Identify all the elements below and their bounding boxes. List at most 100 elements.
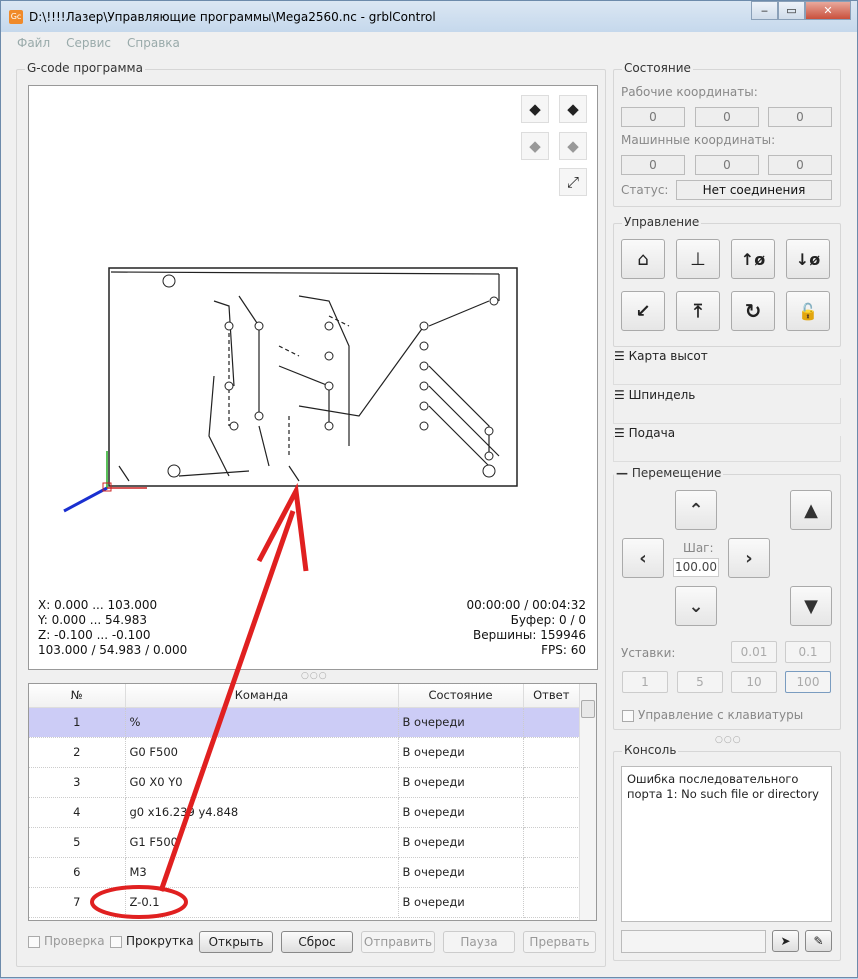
step-label: Шаг: [683,541,714,555]
soft-reset-button[interactable]: ↻ [731,291,775,331]
main-window: Gc D:\!!!!Лазер\Управляющие программы\Me… [0,0,858,978]
menu-help[interactable]: Справка [127,36,180,50]
zero-z-icon: ↓ø [795,249,821,269]
z-range: Z: -0.100 ... -0.100 [38,628,151,642]
feed-section[interactable]: ☰ Подача [613,426,841,462]
jog-y-plus[interactable]: ⌃ [675,490,717,530]
machine-coords-label: Машинные координаты: [621,133,776,147]
clear-console-button[interactable]: ✎ [805,930,832,952]
console-title: Консоль [622,743,679,757]
feed-title: Подача [628,426,676,440]
splitter-handle[interactable]: ○○○ [301,671,328,681]
machine-x: 0 [621,155,685,175]
keyboard-control-checkbox[interactable]: Управление с клавиатуры [622,708,803,722]
check-mode-checkbox[interactable]: Проверка [28,934,105,948]
col-number[interactable]: № [29,684,126,708]
row-command: G1 F500 [125,827,399,858]
table-row[interactable]: 6 M3 В очереди [29,857,580,888]
origin-arrow-icon: ↙ [635,300,651,322]
home-search-icon: ⌂ [637,248,649,270]
table-row[interactable]: 4 g0 x16.239 y4.848 В очереди [29,797,580,828]
reset-icon: ↻ [744,299,762,323]
col-command[interactable]: Команда [125,684,399,708]
row-response [523,707,580,738]
console-input[interactable] [621,930,766,953]
console-output[interactable]: Ошибка последовательного порта 1: No suc… [621,766,832,922]
heightmap-title: Карта высот [628,349,708,363]
run-info: 00:00:00 / 00:04:32 Буфер: 0 / 0 Вершины… [467,598,586,658]
row-state: В очереди [398,887,524,918]
work-x: 0 [621,107,685,127]
unlock-button[interactable]: 🔓 [786,291,830,331]
jog-x-plus[interactable]: › [728,538,770,578]
restore-origin-button[interactable]: ↙ [621,291,665,331]
menu-file[interactable]: Файл [17,36,50,50]
jog-x-minus[interactable]: ‹ [622,538,664,578]
preset-1[interactable]: 1 [622,671,668,693]
window-title: D:\!!!!Лазер\Управляющие программы\Mega2… [29,9,436,24]
autoscroll-label: Прокрутка [126,934,194,948]
jog-z-minus[interactable]: ▼ [790,586,832,626]
col-response[interactable]: Ответ [523,684,580,708]
size-readout: 103.000 / 54.983 / 0.000 [38,643,188,657]
gcode-table: № Команда Состояние Ответ 1% В очереди 2 G0 F5… [28,683,597,921]
close-button[interactable]: ✕ [805,1,851,20]
home-button[interactable]: ⌂ [621,239,665,279]
jog-y-minus[interactable]: ⌄ [675,586,717,626]
jog-z-plus[interactable]: ▲ [790,490,832,530]
pause-button[interactable]: Пауза [443,931,515,953]
x-range: X: 0.000 ... 103.000 [38,598,158,612]
row-command: M3 [125,857,399,888]
table-row[interactable]: 2 G0 F500 В очереди [29,737,580,768]
spindle-section[interactable]: ☰ Шпиндель [613,388,841,424]
open-button[interactable]: Открыть [199,931,273,953]
preset-100[interactable]: 100 [785,671,831,693]
work-y: 0 [695,107,759,127]
row-state: В очереди [398,797,524,828]
zero-xy-button[interactable]: ↑ø [731,239,775,279]
menu-service[interactable]: Сервис [66,36,111,50]
work-coords-label: Рабочие координаты: [621,85,758,99]
row-response [523,797,580,828]
jog-title: Перемещение [631,466,722,480]
probe-z-button[interactable]: ⊥ [676,239,720,279]
table-scrollbar[interactable] [579,684,596,920]
reset-button[interactable]: Сброс [281,931,353,953]
step-input[interactable]: 100.00 [673,558,719,577]
send-button[interactable]: Отправить [361,931,435,953]
zero-z-button[interactable]: ↓ø [786,239,830,279]
row-command: G0 X0 Y0 [125,767,399,798]
preset-10[interactable]: 10 [731,671,777,693]
table-row[interactable]: 3 G0 X0 Y0 В очереди [29,767,580,798]
heightmap-section[interactable]: ☰ Карта высот [613,349,841,385]
title-bar: Gc D:\!!!!Лазер\Управляющие программы\Me… [1,1,857,32]
safe-position-button[interactable]: ⤒ [676,291,720,331]
right-splitter-handle[interactable]: ○○○ [715,735,742,745]
table-row[interactable]: 7 Z-0.1 В очереди [29,887,580,918]
work-z: 0 [768,107,832,127]
row-number: 2 [29,737,126,768]
row-number: 5 [29,827,126,858]
autoscroll-checkbox[interactable]: Прокрутка [110,934,194,948]
row-response [523,737,580,768]
keyboard-control-label: Управление с клавиатуры [638,708,804,722]
abort-button[interactable]: Прервать [523,931,596,953]
preset-0-01[interactable]: 0.01 [731,641,777,663]
col-state[interactable]: Состояние [398,684,524,708]
table-row[interactable]: 5 G1 F500 В очереди [29,827,580,858]
table-row[interactable]: 1% В очереди [29,707,580,738]
gcode-viewer[interactable]: ◆ ◆ ◆ ◆ ⤢ X: 0.000 ... 103.000 Y: 0.000 … [28,85,598,670]
row-command: % [125,707,399,738]
paper-plane-icon: ➤ [780,934,791,948]
minimize-button[interactable]: ‒ [751,1,778,20]
maximize-button[interactable]: ▭ [778,1,805,20]
row-response [523,767,580,798]
row-state: В очереди [398,707,524,738]
send-command-button[interactable]: ➤ [772,930,799,952]
preset-5[interactable]: 5 [677,671,723,693]
machine-y: 0 [695,155,759,175]
row-state: В очереди [398,767,524,798]
row-command: Z-0.1 [125,887,399,918]
preset-0-1[interactable]: 0.1 [785,641,831,663]
probe-icon: ⊥ [690,248,706,270]
